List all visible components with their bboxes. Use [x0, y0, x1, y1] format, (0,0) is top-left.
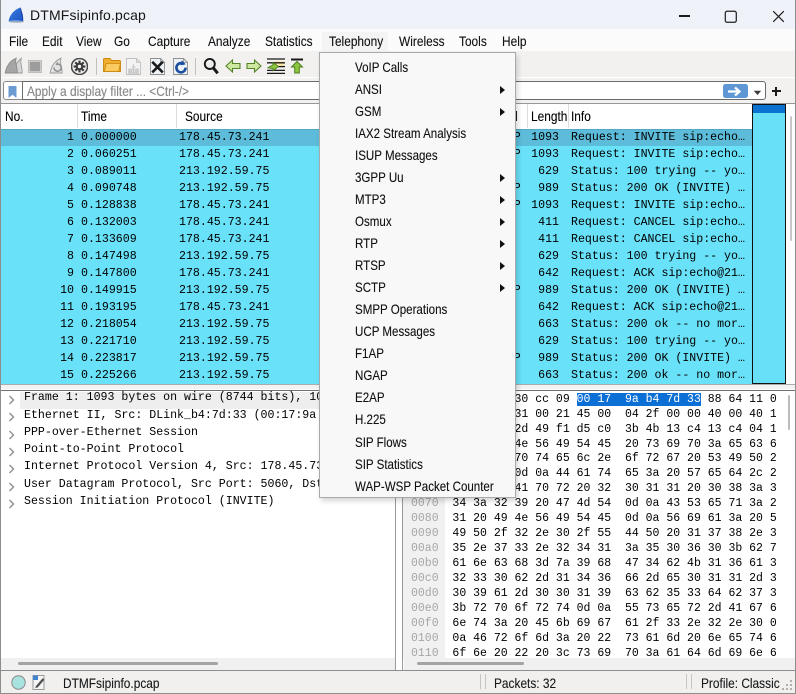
svg-text:010: 010 [129, 68, 138, 74]
